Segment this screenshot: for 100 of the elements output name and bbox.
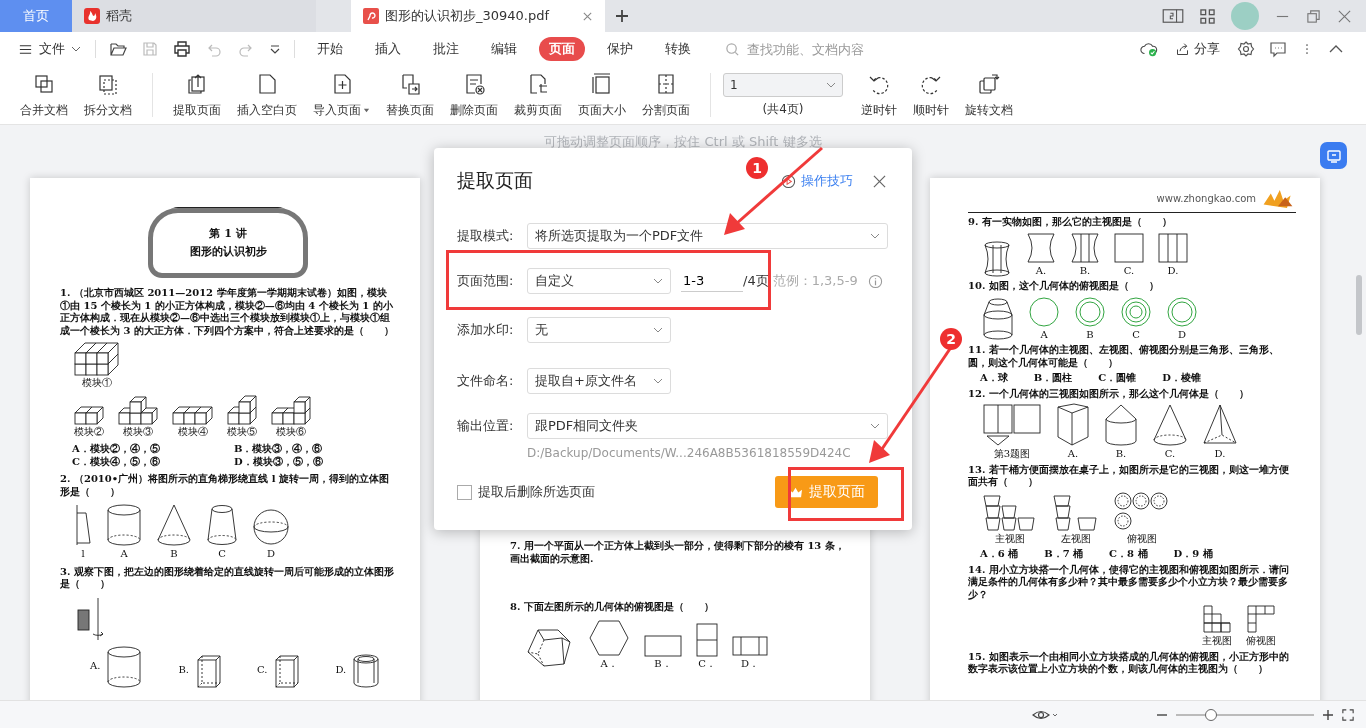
search-icon <box>725 41 740 57</box>
ribbon-button[interactable]: 合并文档 <box>12 71 76 119</box>
answer-option: B．圆柱 <box>1033 372 1073 385</box>
sphere-drawing <box>252 507 290 547</box>
document-tab[interactable]: 图形的认识初步_30940.pdf <box>351 0 605 32</box>
cloud-check-icon[interactable] <box>1140 40 1158 58</box>
share-button[interactable]: 分享 <box>1169 39 1226 59</box>
crown-icon <box>788 485 803 499</box>
close-icon[interactable] <box>582 10 593 22</box>
ribbon-button[interactable]: 插入空白页 <box>229 71 305 119</box>
rotate-pages-icon <box>977 71 1001 96</box>
ribbon-button[interactable]: 裁剪页面 <box>506 71 570 119</box>
lesson-title: 图形的认识初步 <box>189 245 267 259</box>
ribbon-tab[interactable]: 插入 <box>365 37 411 61</box>
field-label: 提取模式: <box>457 227 515 245</box>
caret-icon <box>653 325 663 335</box>
ribbon-button[interactable]: 提取页面 <box>165 71 229 119</box>
settings-icon[interactable] <box>1237 40 1255 58</box>
caret-icon <box>653 376 663 386</box>
search-field[interactable]: 查找功能、文档内容 <box>725 40 889 58</box>
question-text: 1. （北京市西城区 2011—2012 学年度第一学期期末试卷）如图，模块①由 15 个棱长为 1 的小正方体构成，模块②—⑥均由 4 个棱长为 1 的小正方体构成．现在从模块②—⑥中选出三个模块放到模块①上，与模块①组成一个棱长为 3 的大正方体．下列四个方案中，符合上述要求的是（ ） <box>60 287 395 337</box>
flame-logo-icon <box>84 8 100 24</box>
ribbon-button[interactable]: 逆时针 <box>853 71 905 119</box>
document-tab[interactable]: 稻壳 <box>72 0 316 32</box>
fullscreen-icon[interactable] <box>1342 708 1354 721</box>
comment-icon[interactable] <box>1269 40 1287 58</box>
folder-icon[interactable] <box>109 40 127 58</box>
play-icon <box>781 173 796 189</box>
figure-label: 模块① <box>81 377 112 390</box>
frustum-drawing <box>206 503 238 547</box>
new-tab-icon[interactable] <box>615 9 629 23</box>
ribbon-button[interactable]: 页面大小 <box>570 71 634 119</box>
caret-icon[interactable] <box>269 43 281 55</box>
double-ring-drawing <box>1074 295 1106 328</box>
ribbon-button[interactable]: 删除页面 <box>442 71 506 119</box>
page-number-select[interactable]: 1 <box>723 72 843 97</box>
figure-label: D <box>267 548 275 561</box>
figure-label: D． <box>741 657 759 670</box>
watermark-select[interactable]: 无 <box>527 317 671 343</box>
restore-icon[interactable] <box>1306 8 1321 24</box>
figure-label: B <box>1086 328 1094 341</box>
figure-label: B. <box>178 664 189 677</box>
output-path: D:/Backup/Documents/W...246A8B5361818559D424C <box>526 446 852 462</box>
bowls-left-drawing <box>1052 493 1100 532</box>
page-total: /4页 <box>743 272 769 290</box>
ribbon-tab[interactable]: 转换 <box>655 37 701 61</box>
question-text: 13. 若干桶方便面摆放在桌子上，如图所示是它的三视图，则这一堆方便面共有（ ） <box>968 463 1290 489</box>
figure-label: 主视图 <box>1202 635 1232 648</box>
figure-label: A <box>120 548 128 561</box>
field-label: 添加水印: <box>457 321 515 339</box>
answer-option: A．6 桶 <box>980 548 1019 561</box>
mode-select[interactable]: 将所选页提取为一个PDF文件 <box>527 223 888 249</box>
print-icon[interactable] <box>173 40 191 58</box>
ribbon-button[interactable]: 导入页面 <box>305 71 378 119</box>
spool-drawing <box>982 241 1012 277</box>
slider-thumb[interactable] <box>1204 708 1217 721</box>
ribbon-button[interactable]: 分割页面 <box>634 71 698 119</box>
ribbon-button[interactable]: 替换页面 <box>378 71 442 119</box>
ribbon-tab[interactable]: 编辑 <box>481 37 527 61</box>
range-example: 范例：1,3,5-9 <box>772 272 858 290</box>
figure-label: C. <box>1123 264 1135 277</box>
figure-label: l <box>81 548 85 561</box>
ribbon-tab[interactable]: 批注 <box>423 37 469 61</box>
ribbon-button[interactable]: 旋转文档 <box>957 71 1021 119</box>
output-select[interactable]: 跟PDF相同文件夹 <box>527 413 888 439</box>
zoom-in-icon[interactable] <box>1322 708 1334 721</box>
cube-corner-drawing <box>227 394 257 425</box>
scrollbar-thumb[interactable] <box>1356 275 1362 335</box>
view-toggle-button[interactable] <box>1320 142 1347 169</box>
question-text: 12. 一个几何体的三视图如图所示，那么这个几何体是（ ） <box>968 387 1250 400</box>
ribbon-tab[interactable]: 保护 <box>597 37 643 61</box>
cylinder-drawing <box>106 644 143 689</box>
naming-select[interactable]: 提取自+原文件名 <box>527 368 671 394</box>
range-select[interactable]: 自定义 <box>527 268 671 294</box>
file-menu[interactable]: 文件 <box>14 40 85 58</box>
figure-label: B <box>170 548 178 561</box>
info-icon[interactable] <box>867 273 883 289</box>
dialog-title: 提取页面 <box>457 168 533 193</box>
delete-after-checkbox[interactable]: 提取后删除所选页面 <box>457 483 595 501</box>
help-link[interactable]: 操作技巧 <box>781 172 853 190</box>
ribbon-button[interactable]: 拆分文档 <box>76 71 140 119</box>
figure-label: A. <box>1035 264 1047 277</box>
concave-lines-drawing <box>1070 231 1100 264</box>
cube-pair-drawing <box>74 405 104 425</box>
grid-icon[interactable] <box>1200 8 1215 24</box>
figure-label: D. <box>1167 264 1179 277</box>
ribbon-tab[interactable]: 页面 <box>539 37 585 61</box>
page-thumbnail[interactable] <box>930 178 1320 700</box>
close-icon[interactable] <box>1337 8 1352 24</box>
pyramid-drawing <box>1202 403 1238 447</box>
ribbon-tab[interactable]: 开始 <box>307 37 353 61</box>
grid-top-drawing <box>1246 604 1276 634</box>
figure-label: D. <box>1214 448 1226 461</box>
figure-label: 左视图 <box>1061 532 1091 545</box>
page-thumbnail[interactable] <box>30 178 420 700</box>
ribbon-button[interactable]: 顺时针 <box>905 71 957 119</box>
dual-screen-icon[interactable] <box>1162 8 1184 24</box>
figure-label: A <box>1040 328 1048 341</box>
close-icon[interactable] <box>873 174 886 188</box>
figure-label: A. <box>1067 448 1079 461</box>
